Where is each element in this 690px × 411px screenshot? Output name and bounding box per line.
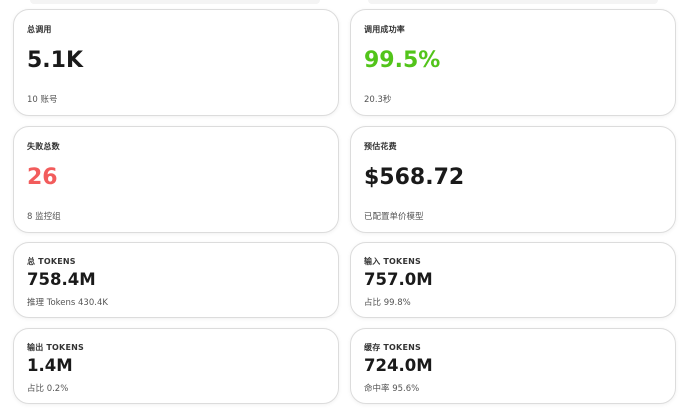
stat-card-output-tokens: 输出 TOKENS 1.4M 占比 0.2% xyxy=(13,328,339,404)
stat-value: 724.0M xyxy=(364,356,433,375)
stat-subtext: 已配置单价模型 xyxy=(364,212,424,222)
stat-subtext: 10 账号 xyxy=(27,95,58,105)
stats-dashboard: 总调用 5.1K 10 账号 调用成功率 99.5% 20.3秒 失败总数 26… xyxy=(0,0,690,411)
stat-card-failures: 失败总数 26 8 监控组 xyxy=(13,126,339,233)
stat-value: 1.4M xyxy=(27,356,73,375)
stat-card-cache-tokens: 缓存 TOKENS 724.0M 命中率 95.6% xyxy=(350,328,676,404)
stat-card-success-rate: 调用成功率 99.5% 20.3秒 xyxy=(350,9,676,116)
stat-value: 758.4M xyxy=(27,270,96,289)
stat-label: 总调用 xyxy=(27,25,52,34)
stat-label: 输入 TOKENS xyxy=(364,257,421,266)
stat-card-total-tokens: 总 TOKENS 758.4M 推理 Tokens 430.4K xyxy=(13,242,339,318)
stat-label: 输出 TOKENS xyxy=(27,343,84,352)
stat-subtext: 占比 99.8% xyxy=(364,298,411,308)
stat-card-estimated-cost: 预估花费 $568.72 已配置单价模型 xyxy=(350,126,676,233)
stat-label: 预估花费 xyxy=(364,142,397,151)
stat-value: 5.1K xyxy=(27,48,84,73)
stat-value: 99.5% xyxy=(364,48,441,73)
stat-value: 757.0M xyxy=(364,270,433,289)
stat-subtext: 占比 0.2% xyxy=(27,384,69,394)
stat-label: 失败总数 xyxy=(27,142,60,151)
stat-value: $568.72 xyxy=(364,165,465,190)
stat-value: 26 xyxy=(27,165,58,190)
stat-label: 总 TOKENS xyxy=(27,257,76,266)
stat-subtext: 8 监控组 xyxy=(27,212,61,222)
stat-card-input-tokens: 输入 TOKENS 757.0M 占比 99.8% xyxy=(350,242,676,318)
stat-subtext: 20.3秒 xyxy=(364,95,392,105)
stat-card-total-calls: 总调用 5.1K 10 账号 xyxy=(13,9,339,116)
stat-label: 缓存 TOKENS xyxy=(364,343,421,352)
stat-subtext: 推理 Tokens 430.4K xyxy=(27,298,108,308)
previous-card-edge xyxy=(30,0,320,4)
stat-label: 调用成功率 xyxy=(364,25,405,34)
stat-subtext: 命中率 95.6% xyxy=(364,384,420,394)
previous-card-edge xyxy=(368,0,658,4)
